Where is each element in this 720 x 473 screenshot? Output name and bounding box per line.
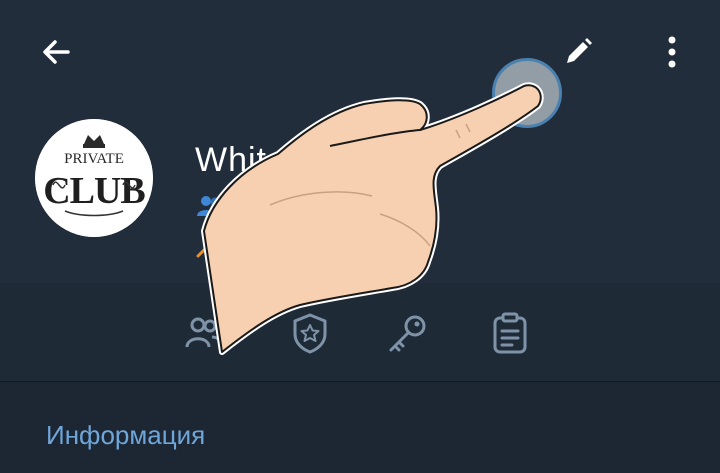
pointing-hand-icon	[201, 82, 544, 355]
